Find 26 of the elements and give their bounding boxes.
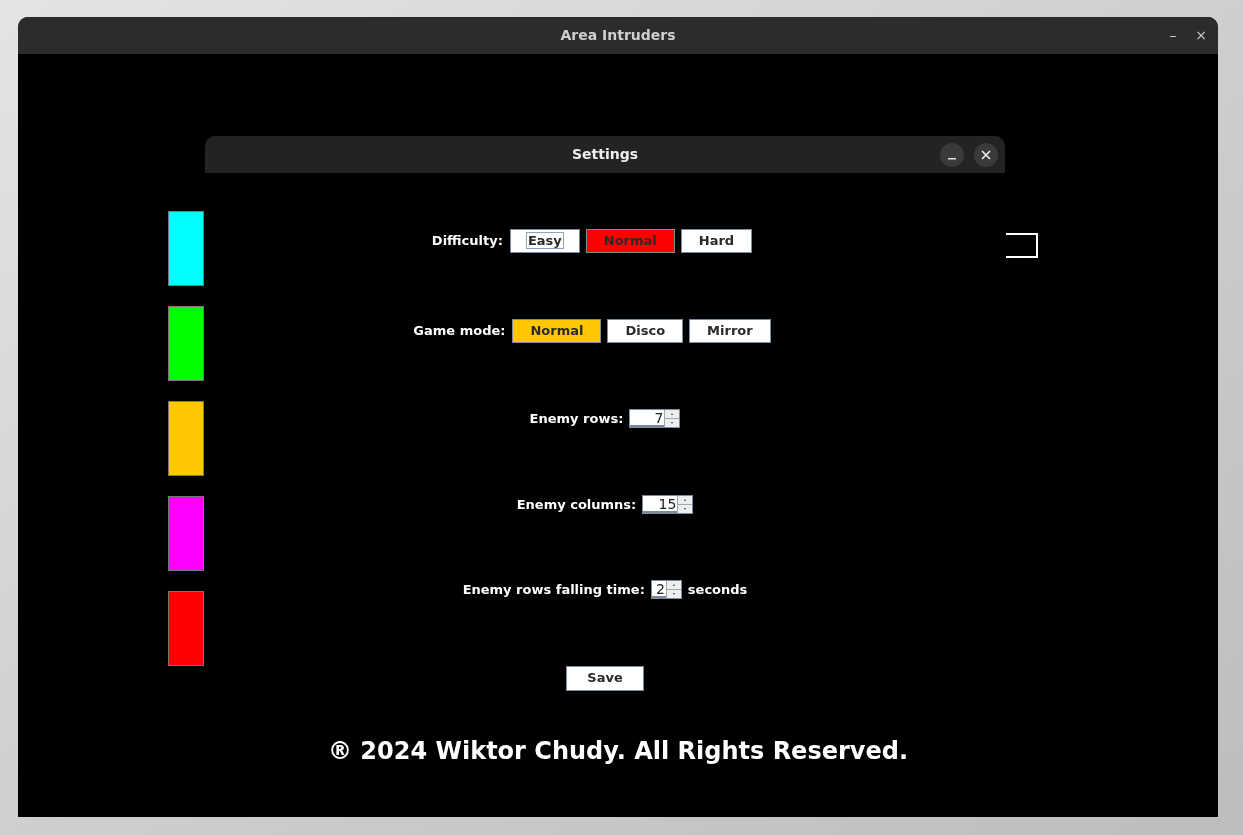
number-spinner[interactable]: 2 xyxy=(650,580,682,600)
spinner-value: 2 xyxy=(651,581,666,599)
number-spinner[interactable]: 7 xyxy=(629,409,681,429)
window-title: Area Intruders xyxy=(560,26,676,45)
spinner-label: Enemy rows falling time: xyxy=(462,581,645,599)
option-button[interactable]: Normal xyxy=(585,229,675,253)
option-button[interactable]: Hard xyxy=(680,229,753,253)
minimize-button[interactable] xyxy=(940,142,964,167)
option-button[interactable]: Disco xyxy=(607,319,684,343)
copyright-text: ® 2024 Wiktor Chudy. All Rights Reserved. xyxy=(327,736,908,767)
option-button[interactable]: Easy xyxy=(509,229,580,253)
close-icon xyxy=(981,149,991,160)
option-button[interactable]: Normal xyxy=(512,319,602,343)
dialog-title: Settings xyxy=(571,145,639,164)
option-label: Difficulty: xyxy=(431,232,503,251)
minimize-button[interactable]: – xyxy=(1166,25,1180,46)
option-button[interactable]: Mirror xyxy=(689,319,771,343)
option-label: Game mode: xyxy=(413,322,506,341)
close-button[interactable] xyxy=(974,142,998,167)
number-spinner[interactable]: 15 xyxy=(642,494,694,514)
minimize-icon xyxy=(948,157,956,160)
save-button[interactable]: Save xyxy=(566,665,644,691)
spinner-label: Enemy rows: xyxy=(529,410,624,428)
spinner-suffix: seconds xyxy=(687,581,748,599)
spinner-label: Enemy columns: xyxy=(516,495,637,514)
close-button[interactable]: × xyxy=(1194,25,1208,46)
